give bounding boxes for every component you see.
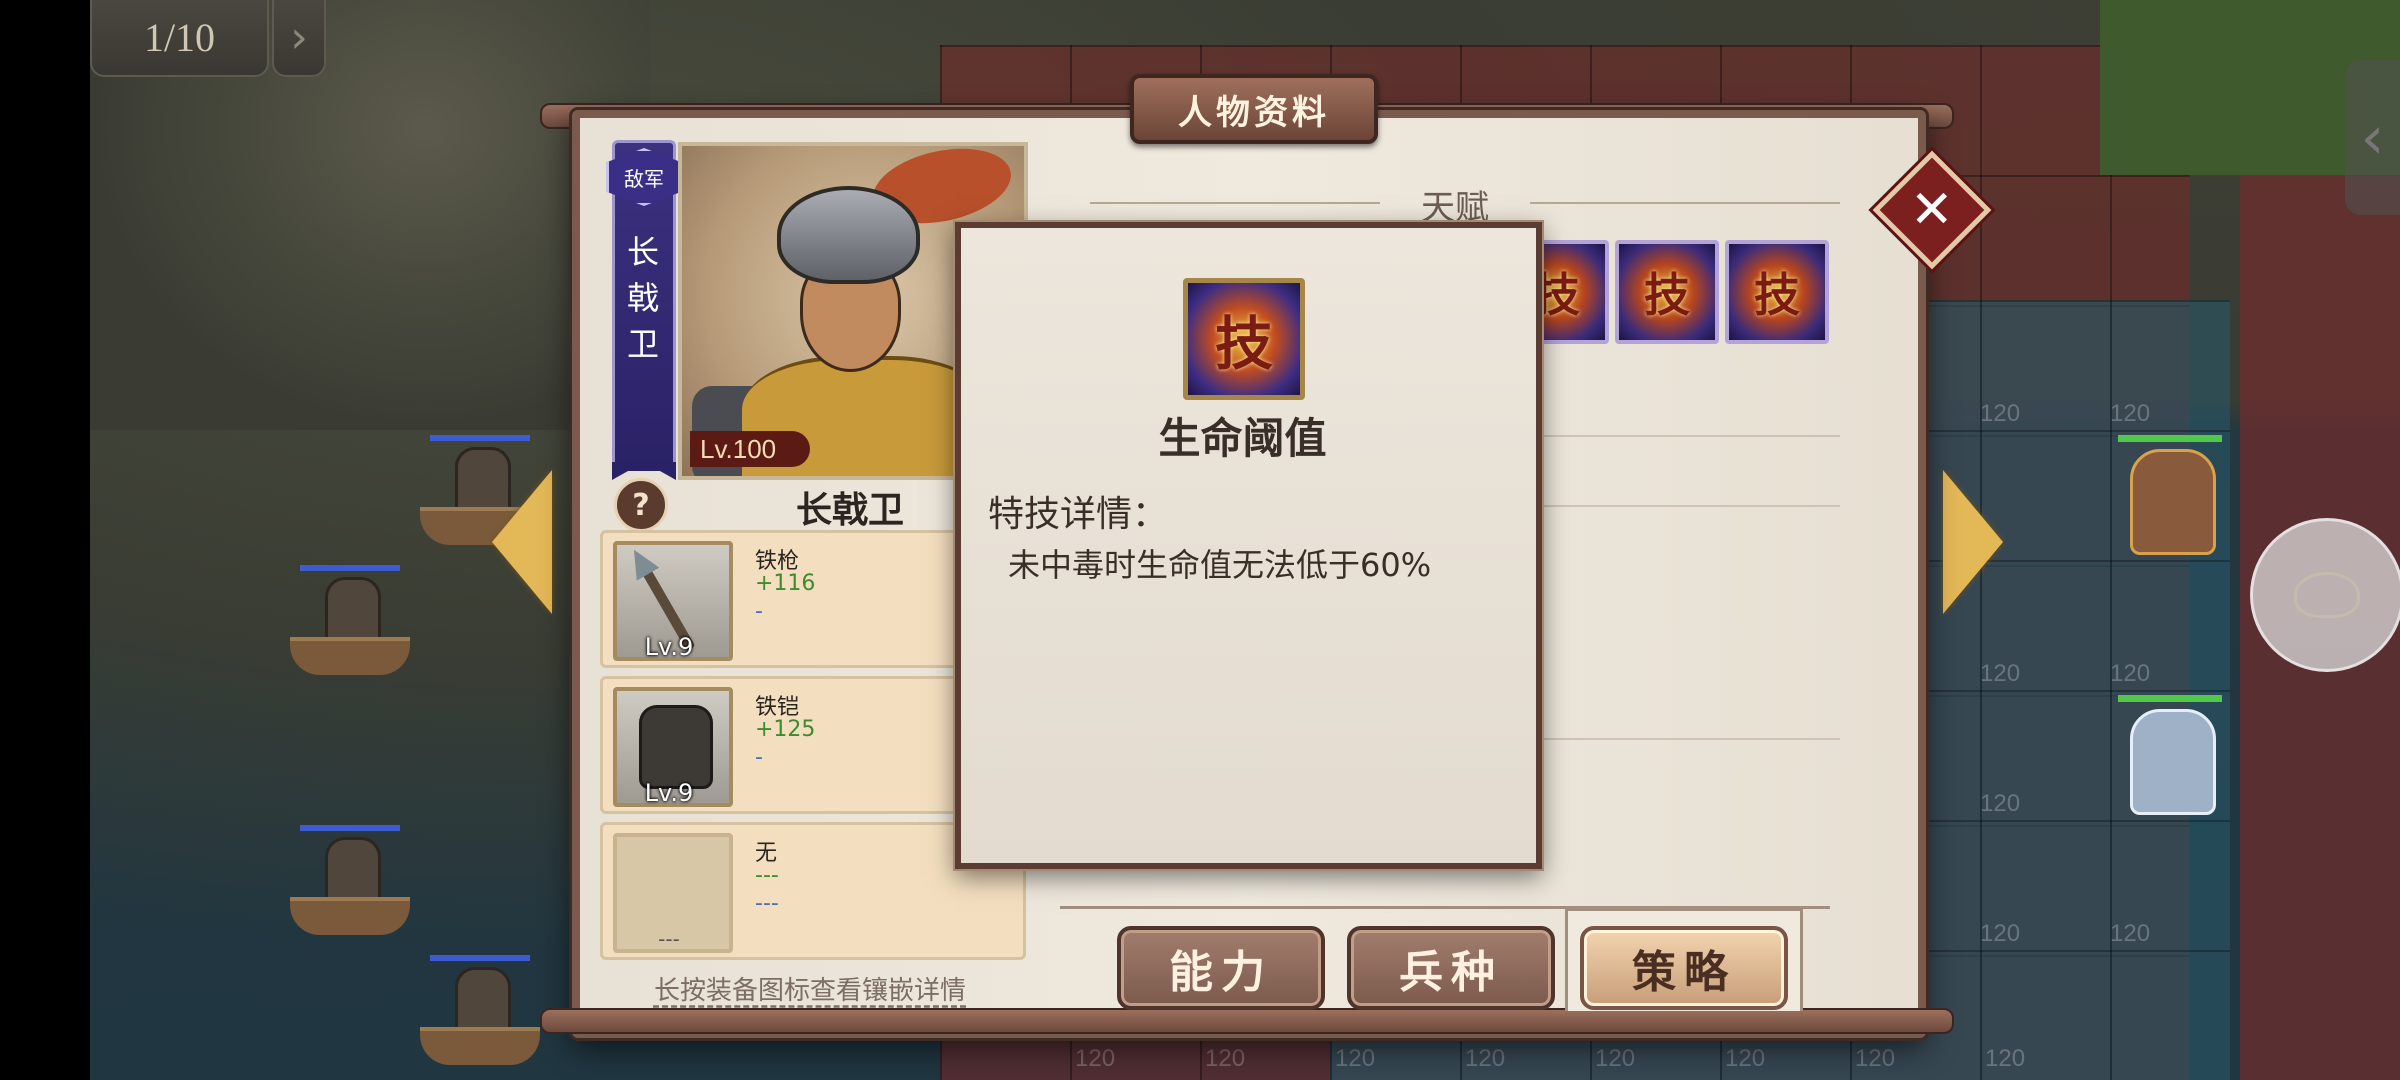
skill-icon[interactable]: 技 <box>1615 240 1719 344</box>
tile-cost-label: 120 <box>2110 920 2151 947</box>
assist-icon <box>2294 572 2360 618</box>
close-icon: ✕ <box>1910 179 1954 240</box>
tab-ability[interactable]: 能力 <box>1117 926 1325 1010</box>
panel-title: 人物资料 <box>1130 74 1378 144</box>
arrow-right-icon[interactable] <box>1943 470 2003 614</box>
tile-cost-label: 120 <box>2110 400 2151 427</box>
enemy-boat-unit[interactable] <box>290 565 410 675</box>
tile-cost-label: 120 <box>2110 660 2151 687</box>
ally-unit[interactable] <box>2110 695 2230 815</box>
help-button[interactable]: ? <box>614 478 668 532</box>
divider <box>1090 202 1380 204</box>
left-black-bar <box>0 0 90 1080</box>
skill-description: 未中毒时生命值无法低于60% <box>1008 546 1432 584</box>
floating-assist-button[interactable] <box>2250 518 2400 672</box>
equipment-bonus: --- <box>755 863 779 888</box>
skill-icon: 技 <box>1183 278 1305 400</box>
equipment-bonus: +125 <box>755 717 816 742</box>
tile-cost-label: 120 <box>1980 400 2021 427</box>
equipment-bonus: +116 <box>755 571 816 596</box>
chevron-left-icon[interactable]: ‹ <box>2345 60 2400 215</box>
enemy-boat-unit[interactable] <box>290 825 410 935</box>
chevron-right-icon[interactable]: › <box>272 0 326 77</box>
tile-cost-label: 120 <box>1075 1045 1116 1072</box>
banner-unit-name: 长戟卫 <box>622 235 660 373</box>
equipment-gem: - <box>755 599 763 624</box>
arrow-left-icon[interactable] <box>492 470 552 614</box>
skill-detail-label: 特技详情： <box>988 494 1169 535</box>
panel-bottom-rail <box>540 1008 1954 1034</box>
tile-cost-label: 120 <box>1205 1045 1246 1072</box>
tile-cost-label: 120 <box>1335 1045 1376 1072</box>
equipment-gem: --- <box>755 891 779 916</box>
tile-cost-label: 120 <box>1725 1045 1766 1072</box>
skill-name: 生命阈值 <box>1158 414 1327 463</box>
tile-cost-label: 120 <box>1595 1045 1636 1072</box>
tab-strategy[interactable]: 策略 <box>1580 926 1788 1010</box>
tile-cost-label: 120 <box>1980 660 2021 687</box>
tile-cost-label: 120 <box>1465 1045 1506 1072</box>
divider <box>1530 202 1840 204</box>
equipment-gem: - <box>755 745 763 770</box>
ally-unit[interactable] <box>2110 435 2230 555</box>
equipment-level: --- <box>658 927 680 951</box>
turn-counter: 1/10 <box>90 0 269 77</box>
skill-icon[interactable]: 技 <box>1725 240 1829 344</box>
enemy-boat-unit[interactable] <box>420 955 540 1065</box>
tile-cost-label: 120 <box>1980 790 2021 817</box>
equipment-level: Lv.9 <box>644 779 694 807</box>
tile-cost-label: 120 <box>1985 1045 2026 1072</box>
tab-troop-type[interactable]: 兵种 <box>1347 926 1555 1010</box>
tile-cost-label: 120 <box>1855 1045 1896 1072</box>
equipment-hint: 长按装备图标查看镶嵌详情 <box>653 976 966 1006</box>
level-badge: Lv.100 <box>690 431 810 467</box>
equipment-level: Lv.9 <box>644 633 694 661</box>
tile-cost-label: 120 <box>1980 920 2021 947</box>
